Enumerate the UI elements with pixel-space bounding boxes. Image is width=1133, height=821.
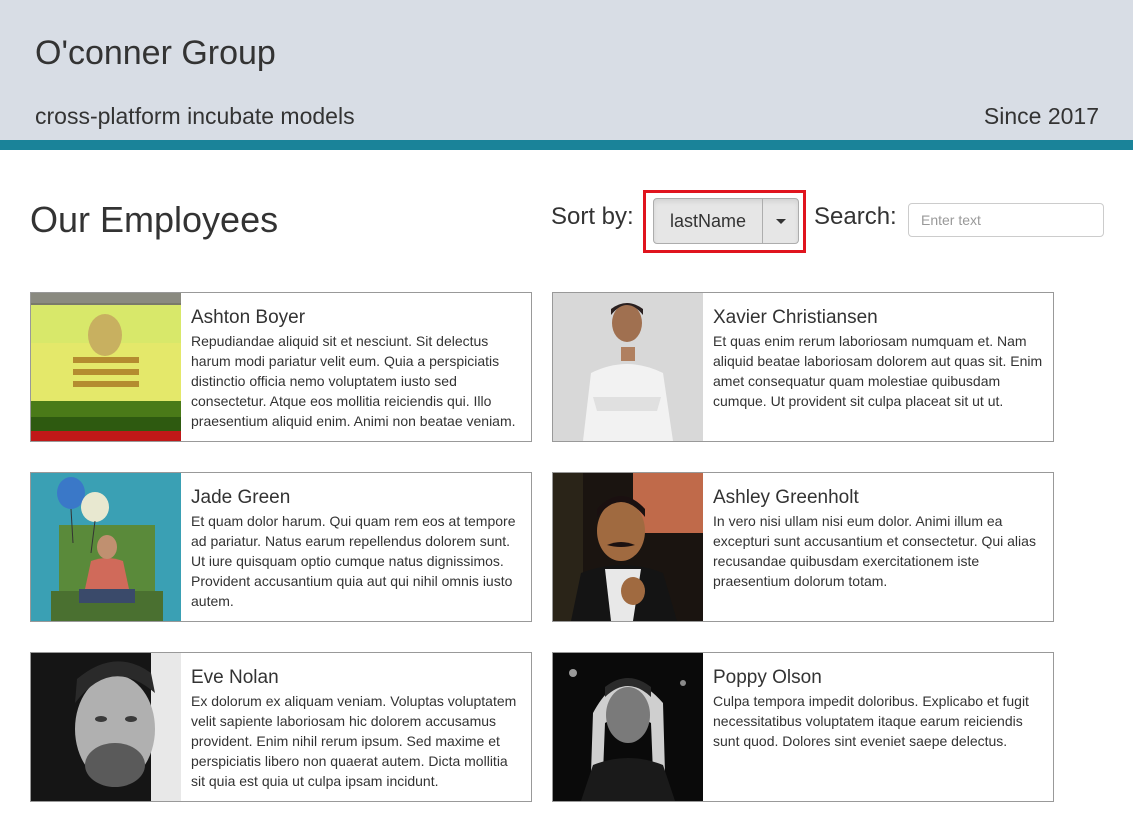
employee-bio: Culpa tempora impedit doloribus. Explica… xyxy=(713,693,1029,749)
employee-bio: Et quam dolor harum. Qui quam rem eos at… xyxy=(191,513,516,609)
employee-bio: Repudiandae aliquid sit et nesciunt. Sit… xyxy=(191,333,516,429)
sort-label: Sort by: xyxy=(551,203,634,230)
employee-card[interactable]: Eve Nolan Ex dolorum ex aliquam veniam. … xyxy=(30,652,532,802)
employee-card[interactable]: Xavier Christiansen Et quas enim rerum l… xyxy=(552,292,1054,442)
employee-name: Ashley Greenholt xyxy=(713,487,859,508)
page-title: Our Employees xyxy=(30,199,279,240)
employee-photo xyxy=(31,293,181,441)
employee-bio: Ex dolorum ex aliquam veniam. Voluptas v… xyxy=(191,693,517,789)
employee-name: Poppy Olson xyxy=(713,667,822,688)
employee-card[interactable]: Ashton Boyer Repudiandae aliquid sit et … xyxy=(30,292,532,442)
founded-year: Since 2017 xyxy=(983,103,1099,129)
sort-dropdown[interactable]: lastName xyxy=(653,198,799,244)
employee-photo xyxy=(553,473,703,621)
company-name: O'conner Group xyxy=(35,34,276,72)
caret-down-icon xyxy=(775,218,786,224)
employee-photo xyxy=(553,653,703,801)
employee-card[interactable]: Jade Green Et quam dolor harum. Qui quam… xyxy=(30,472,532,622)
employee-name: Eve Nolan xyxy=(191,667,279,688)
employee-photo xyxy=(31,473,181,621)
employee-card[interactable]: Poppy Olson Culpa tempora impedit dolori… xyxy=(552,652,1054,802)
employee-name: Ashton Boyer xyxy=(191,307,306,328)
search-input[interactable] xyxy=(908,203,1104,237)
dropdown-toggle-button[interactable] xyxy=(762,199,798,243)
employee-photo xyxy=(553,293,703,441)
sort-selected-value[interactable]: lastName xyxy=(654,199,762,243)
page-header: O'conner Group cross-platform incubate m… xyxy=(0,0,1133,150)
employee-card[interactable]: Ashley Greenholt In vero nisi ullam nisi… xyxy=(552,472,1054,622)
employee-bio: In vero nisi ullam nisi eum dolor. Animi… xyxy=(713,513,1036,589)
search-label: Search: xyxy=(814,203,897,230)
company-tagline: cross-platform incubate models xyxy=(35,103,355,129)
employee-name: Xavier Christiansen xyxy=(713,307,878,328)
employee-name: Jade Green xyxy=(191,487,291,508)
employee-photo xyxy=(31,653,181,801)
employee-bio: Et quas enim rerum laboriosam numquam et… xyxy=(713,333,1043,409)
